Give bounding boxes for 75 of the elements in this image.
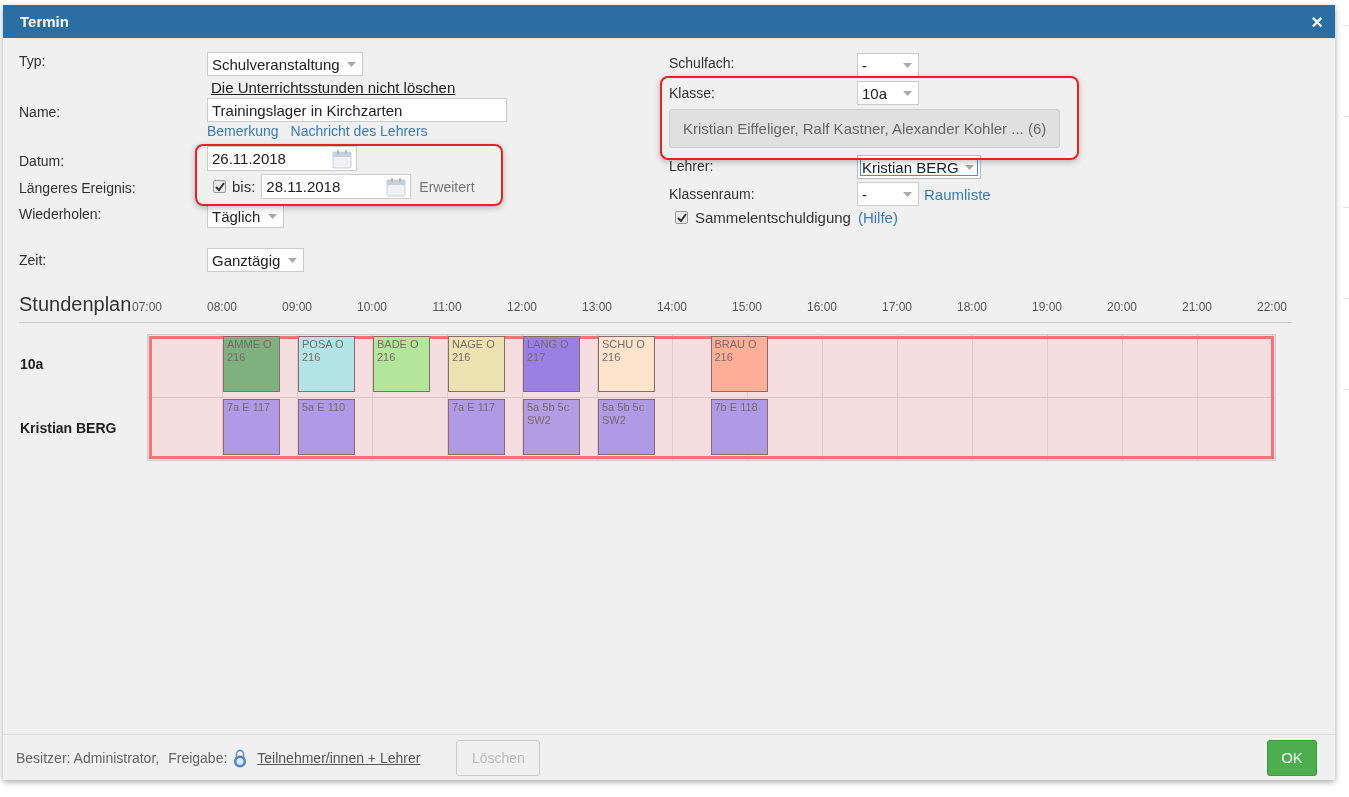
hour-label: 11:00 (431, 300, 463, 316)
field-label: Längeres Ereignis: (19, 180, 136, 198)
hour-label: 17:00 (881, 300, 913, 316)
field-label: Klassenraum: (669, 186, 755, 204)
field-label: Wiederholen: (19, 206, 102, 224)
lesson-block[interactable]: 7a E 117 (448, 399, 505, 455)
caret-icon (347, 61, 356, 67)
hour-label: 12:00 (506, 300, 538, 316)
field-label: Typ: (19, 53, 46, 71)
hour-label: 21:00 (1181, 300, 1213, 316)
dropdown[interactable]: - (857, 53, 919, 77)
share-label: Freigabe: (168, 749, 228, 766)
close-icon[interactable]: × (1311, 11, 1323, 32)
checkbox-label: Sammelentschuldigung (695, 209, 851, 226)
caret-icon (903, 191, 912, 197)
section-title: Stundenplan (19, 292, 132, 316)
lesson-block[interactable]: 5a 5b 5c SW2 (523, 399, 580, 455)
lesson-block[interactable]: NAGE O 216 (448, 336, 505, 392)
dropdown[interactable]: Ganztägig (207, 248, 304, 272)
dropdown[interactable]: Schulveranstaltung (207, 52, 363, 76)
checkbox[interactable] (675, 211, 688, 224)
link[interactable]: Raumliste (924, 185, 991, 203)
caret-icon (288, 257, 297, 263)
hour-label: 10:00 (356, 300, 388, 316)
lesson-block[interactable]: BADE O 216 (373, 336, 430, 392)
field-label: Name: (19, 104, 61, 122)
hour-label: 16:00 (806, 300, 838, 316)
link[interactable]: Nachricht des Lehrers (290, 123, 428, 139)
field-label: Datum: (19, 153, 65, 171)
lesson-block[interactable]: AMME O 216 (223, 336, 280, 392)
date-field[interactable]: 26.11.2018 (207, 146, 357, 171)
help-link[interactable]: (Hilfe) (857, 209, 898, 226)
link[interactable]: Die Unterrichtsstunden nicht löschen (207, 79, 460, 96)
link[interactable]: Bemerkung (207, 123, 279, 139)
lock-icon (233, 747, 248, 768)
students-button[interactable]: Kristian Eiffeliger, Ralf Kastner, Alexander Kohler ... (6) (669, 109, 1061, 148)
lesson-block[interactable]: SCHU O 216 (598, 336, 655, 392)
extended-link[interactable]: Erweitert (419, 178, 475, 195)
date-field[interactable]: 28.11.2018 (261, 174, 412, 199)
name-field[interactable]: Trainingslager in Kirchzarten (207, 98, 507, 122)
field-label: Lehrer: (669, 158, 714, 176)
lesson-block[interactable]: 5a 5b 5c SW2 (598, 399, 655, 455)
hour-label: 13:00 (581, 300, 613, 316)
dropdown[interactable]: 10a (857, 81, 919, 105)
hour-label: 18:00 (956, 300, 988, 316)
hour-label: 19:00 (1031, 300, 1063, 316)
lesson-block[interactable]: 7b E 118 (710, 399, 768, 455)
lesson-block[interactable]: POSA O 216 (298, 336, 355, 392)
lesson-block[interactable]: 7a E 117 (223, 399, 280, 455)
hour-label: 08:00 (206, 300, 238, 316)
owner-text: Besitzer: Administrator, (16, 749, 160, 766)
caret-icon (903, 90, 912, 96)
hour-label: 20:00 (1106, 300, 1138, 316)
hour-label: 09:00 (281, 300, 313, 316)
dialog-title: Termin (20, 13, 69, 30)
row-label: 10a (20, 356, 44, 372)
hour-label: 22:00 (1256, 300, 1288, 316)
caret-icon (268, 213, 277, 219)
field-label: bis: (232, 178, 256, 195)
dropdown[interactable]: - (857, 182, 919, 206)
caret-icon (965, 164, 974, 170)
caret-icon (903, 62, 912, 68)
hour-label: 15:00 (731, 300, 763, 316)
hour-label: 14:00 (656, 300, 688, 316)
field-label: Klasse: (669, 85, 715, 103)
dropdown[interactable]: Kristian BERG (857, 155, 981, 179)
field-label: Zeit: (19, 252, 47, 270)
field-label: Schulfach: (669, 55, 735, 73)
share-link[interactable]: Teilnehmer/innen + Lehrer (253, 749, 425, 766)
dropdown[interactable]: Täglich (207, 204, 284, 228)
lesson-block[interactable]: BRAU O 216 (710, 336, 768, 392)
checkbox[interactable] (213, 180, 226, 193)
ok-button[interactable]: OK (1267, 739, 1317, 776)
row-label: Kristian BERG (20, 420, 117, 436)
lesson-block[interactable]: 5a E 110 (298, 399, 355, 455)
